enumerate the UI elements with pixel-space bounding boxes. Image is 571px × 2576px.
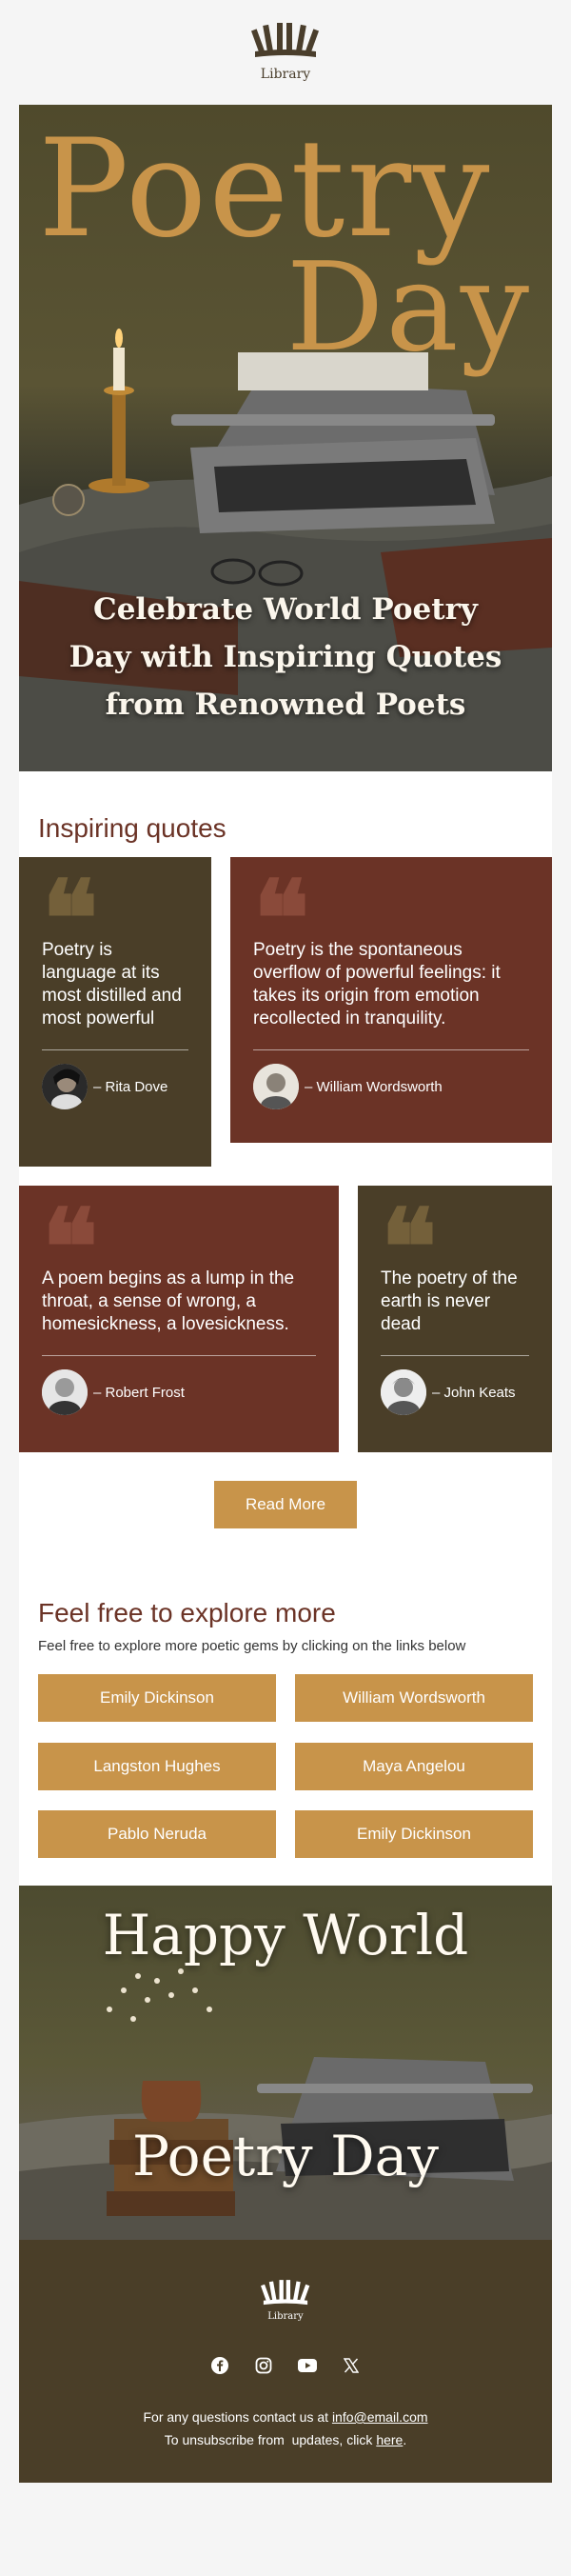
quote-mark-icon: ❝ [381,1186,437,1308]
logo-text: Library [260,67,311,82]
email-container: Library Poetry Day Celebrate World Poetr… [19,0,552,2483]
social-links [19,2356,552,2375]
hero-subtitle-line3: from Renowned Poets [105,688,466,722]
book-logo-icon [261,2280,310,2306]
quote-text: A poem begins as a lump in the throat, a… [42,1268,295,1334]
quote-author-name: – Robert Frost [93,1384,185,1401]
quote-divider [253,1049,529,1050]
explore-title: Feel free to explore more [38,1598,336,1627]
quote-mark-icon: ❝ [42,857,98,980]
footer-logo: Library [19,2280,552,2322]
hero-title-line2: Day [286,237,531,379]
quote-divider [42,1049,188,1050]
quote-divider [42,1355,316,1356]
contact-line: For any questions contact us at info@ema… [19,2409,552,2425]
facebook-icon[interactable] [210,2356,229,2375]
explore-subtitle: Feel free to explore more poetic gems by… [38,1638,466,1654]
unsubscribe-prefix: To unsubscribe from updates, click [164,2432,377,2447]
quote-text: Poetry is the spontaneous overflow of po… [253,940,501,1028]
unsubscribe-link[interactable]: here [376,2432,403,2447]
footer: Library For any questions contact us at … [19,2240,552,2483]
avatar-robert-frost [42,1369,88,1415]
quotes-section: Inspiring quotes ❝ Poetry is language at… [19,771,552,1886]
youtube-icon[interactable] [298,2356,317,2375]
quote-divider [381,1355,529,1356]
footer-logo-text: Library [267,2311,304,2322]
link-william-wordsworth[interactable]: William Wordsworth [295,1674,533,1722]
quote-text: Poetry is language at its most distilled… [42,940,182,1028]
quote-author-name: – Rita Dove [93,1078,168,1095]
read-more-button[interactable]: Read More [214,1481,357,1528]
x-icon[interactable] [342,2356,361,2375]
quote-text: The poetry of the earth is never dead [381,1268,518,1334]
quote-mark-icon: ❝ [42,1186,98,1308]
contact-email-link[interactable]: info@email.com [332,2409,428,2425]
avatar-rita-dove [42,1064,88,1109]
quote-card-robert-frost: ❝ A poem begins as a lump in the throat,… [19,1186,339,1452]
hero-banner: Poetry Day Celebrate World Poetry Day wi… [19,105,552,771]
instagram-icon[interactable] [254,2356,273,2375]
quote-card-william-wordsworth: ❝ Poetry is the spontaneous overflow of … [230,857,552,1143]
hero-subtitle-line1: Celebrate World Poetry [93,592,478,627]
closing-line2: Poetry Day [131,2124,439,2188]
unsubscribe-line: To unsubscribe from updates, click here. [19,2432,552,2447]
book-logo-icon [251,23,320,57]
avatar-john-keats [381,1369,426,1415]
closing-line1: Happy World [102,1903,469,1967]
link-emily-dickinson[interactable]: Emily Dickinson [38,1674,276,1722]
quote-author-name: – William Wordsworth [305,1078,443,1095]
closing-banner: Happy World Poetry Day [19,1886,552,2240]
link-maya-angelou[interactable]: Maya Angelou [295,1743,533,1790]
avatar-william-wordsworth [253,1064,299,1109]
quote-author: – John Keats [381,1369,529,1415]
unsubscribe-suffix: . [403,2432,407,2447]
hero-subtitle: Celebrate World Poetry Day with Inspirin… [57,586,514,729]
header: Library [19,0,552,105]
quote-author: – Rita Dove [42,1064,188,1109]
link-langston-hughes[interactable]: Langston Hughes [38,1743,276,1790]
link-emily-dickinson-2[interactable]: Emily Dickinson [295,1810,533,1858]
quote-mark-icon: ❝ [253,857,309,980]
quote-card-john-keats: ❝ The poetry of the earth is never dead … [358,1186,552,1452]
quote-author: – Robert Frost [42,1369,316,1415]
link-pablo-neruda[interactable]: Pablo Neruda [38,1810,276,1858]
quote-author: – William Wordsworth [253,1064,529,1109]
quote-card-rita-dove: ❝ Poetry is language at its most distill… [19,857,211,1167]
quotes-title: Inspiring quotes [38,813,226,843]
hero-subtitle-line2: Day with Inspiring Quotes [69,640,502,674]
contact-prefix: For any questions contact us at [143,2409,332,2425]
quote-author-name: – John Keats [432,1384,516,1401]
